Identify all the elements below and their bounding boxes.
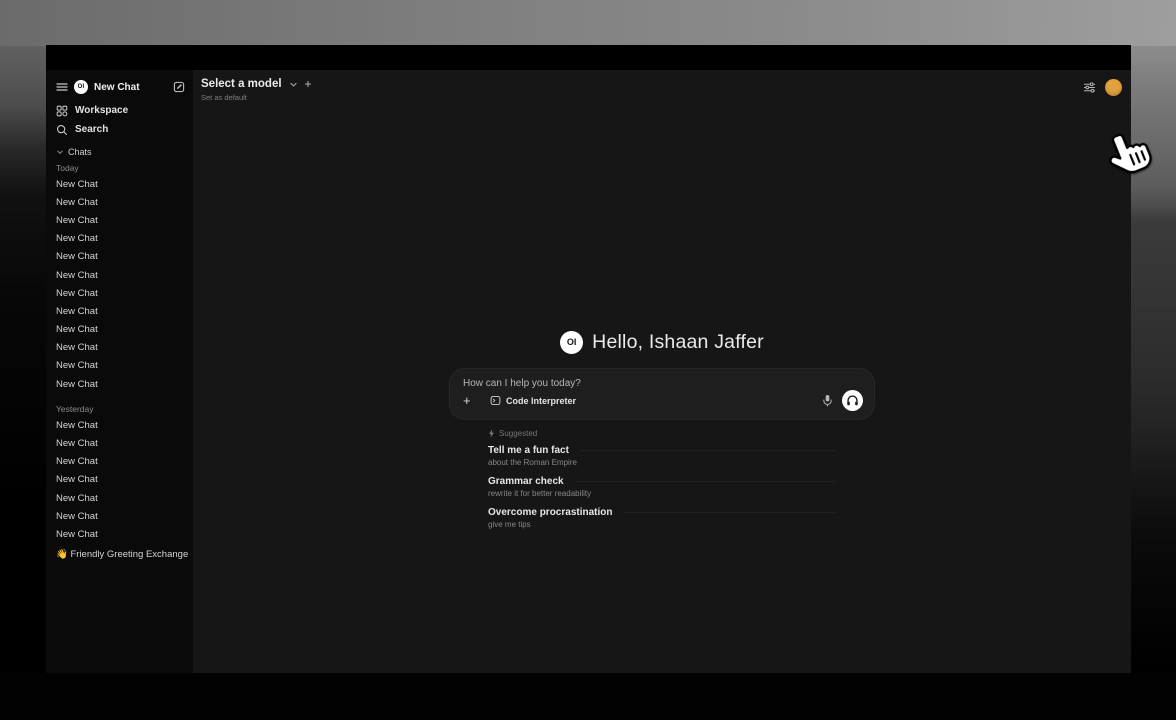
workspace-icon	[56, 105, 68, 117]
attach-plus-button[interactable]: +	[463, 395, 477, 407]
search-label: Search	[75, 124, 108, 135]
chat-list-item[interactable]: New Chat	[56, 434, 185, 452]
new-chat-pencil-icon[interactable]	[173, 81, 185, 93]
user-avatar[interactable]	[1105, 79, 1122, 96]
wallpaper-top	[0, 0, 1176, 46]
header-right	[1083, 79, 1122, 96]
desktop: OI New Chat Workspace	[0, 0, 1176, 720]
main-area: Select a model + Set as default	[193, 70, 1131, 673]
chat-list-item[interactable]: New Chat	[56, 284, 185, 302]
code-interpreter-toggle[interactable]: Code Interpreter	[490, 395, 576, 406]
suggestion-subtitle: give me tips	[488, 520, 875, 529]
sidebar-title[interactable]: New Chat	[94, 82, 167, 93]
chat-list-item[interactable]: New Chat	[56, 471, 185, 489]
window-top-strip	[46, 45, 1131, 70]
chat-group-label-yesterday: Yesterday	[56, 401, 185, 416]
workspace-label: Workspace	[75, 105, 128, 116]
wallpaper-bottom	[0, 673, 1176, 720]
app-logo-large: OI	[560, 331, 583, 354]
chat-list-item[interactable]: New Chat	[56, 416, 185, 434]
app-logo-small-text: OI	[78, 84, 85, 90]
model-selector-block: Select a model + Set as default	[201, 78, 312, 102]
add-model-button[interactable]: +	[305, 79, 312, 89]
suggestion-subtitle: rewrite it for better readability	[488, 489, 875, 498]
suggestion-item[interactable]: Grammar check rewrite it for better read…	[488, 476, 875, 498]
app-logo-large-text: OI	[567, 337, 577, 347]
chat-list-item[interactable]: New Chat	[56, 507, 185, 525]
suggested-header: Suggested	[488, 427, 875, 439]
chat-list-item[interactable]: New Chat	[56, 230, 185, 248]
chat-list-today: New Chat New Chat New Chat New Chat New …	[56, 175, 185, 393]
set-as-default-link[interactable]: Set as default	[201, 93, 312, 102]
message-composer[interactable]: How can I help you today? + Code Interpr…	[449, 368, 875, 420]
chat-controls-icon[interactable]	[1083, 81, 1096, 94]
search-icon	[56, 124, 68, 136]
chat-list-item-friendly-greeting[interactable]: 👋 Friendly Greeting Exchange	[56, 546, 185, 564]
microphone-icon[interactable]	[822, 394, 833, 407]
chat-list-item[interactable]: New Chat	[56, 193, 185, 211]
model-selector[interactable]: Select a model	[201, 78, 282, 90]
wallpaper-right	[1131, 46, 1176, 720]
suggestion-subtitle: about the Roman Empire	[488, 458, 875, 467]
sidebar-toggle-icon[interactable]	[56, 82, 68, 92]
app-logo-small: OI	[74, 80, 88, 94]
chat-list-item[interactable]: New Chat	[56, 489, 185, 507]
sidebar: OI New Chat Workspace	[46, 70, 193, 673]
suggestion-title: Tell me a fun fact	[488, 445, 569, 456]
suggestion-title: Grammar check	[488, 476, 564, 487]
suggestion-divider	[581, 450, 835, 451]
chat-list-yesterday: New Chat New Chat New Chat New Chat New …	[56, 416, 185, 543]
suggested-label: Suggested	[499, 429, 537, 438]
suggestion-list: Tell me a fun fact about the Roman Empir…	[488, 445, 875, 529]
chat-list-item[interactable]: New Chat	[56, 302, 185, 320]
chevron-down-icon	[56, 148, 64, 156]
suggested-section: Suggested Tell me a fun fact abo	[449, 427, 875, 529]
chat-list-item[interactable]: New Chat	[56, 211, 185, 229]
voice-mode-button[interactable]	[842, 390, 863, 411]
code-interpreter-label: Code Interpreter	[506, 396, 576, 406]
chat-list-item[interactable]: New Chat	[56, 339, 185, 357]
sidebar-item-workspace[interactable]: Workspace	[56, 101, 185, 120]
greeting-text: Hello, Ishaan Jaffer	[592, 331, 764, 354]
message-input-placeholder[interactable]: How can I help you today?	[463, 378, 863, 389]
chat-list-item[interactable]: New Chat	[56, 375, 185, 393]
chat-list-item[interactable]: New Chat	[56, 248, 185, 266]
suggested-bolt-icon	[488, 429, 495, 438]
sidebar-item-search[interactable]: Search	[56, 120, 185, 139]
headphones-icon	[846, 394, 859, 407]
wallpaper-left	[0, 46, 46, 720]
suggestion-item[interactable]: Overcome procrastination give me tips	[488, 507, 875, 529]
chats-section-toggle[interactable]: Chats	[56, 144, 185, 160]
chat-list-item[interactable]: New Chat	[56, 453, 185, 471]
suggestion-item[interactable]: Tell me a fun fact about the Roman Empir…	[488, 445, 875, 467]
chat-list-item[interactable]: New Chat	[56, 175, 185, 193]
app-window: OI New Chat Workspace	[46, 45, 1131, 673]
model-chevron-down-icon[interactable]	[289, 80, 298, 89]
chat-list-item[interactable]: New Chat	[56, 266, 185, 284]
greeting-row: OI Hello, Ishaan Jaffer	[449, 329, 875, 355]
suggestion-divider	[624, 512, 835, 513]
suggestion-divider	[576, 481, 835, 482]
composer-controls: + Code Interpreter	[463, 390, 863, 411]
suggestion-title: Overcome procrastination	[488, 507, 612, 518]
chat-group-label-today: Today	[56, 160, 185, 175]
main-header: Select a model + Set as default	[193, 70, 1131, 102]
chat-list-item[interactable]: New Chat	[56, 357, 185, 375]
welcome-block: OI Hello, Ishaan Jaffer How can I help y…	[449, 329, 875, 538]
chat-list-item[interactable]: New Chat	[56, 525, 185, 543]
sidebar-header: OI New Chat	[56, 78, 185, 96]
code-interpreter-icon	[490, 395, 501, 406]
chats-label: Chats	[68, 147, 92, 157]
chat-list-item[interactable]: New Chat	[56, 321, 185, 339]
